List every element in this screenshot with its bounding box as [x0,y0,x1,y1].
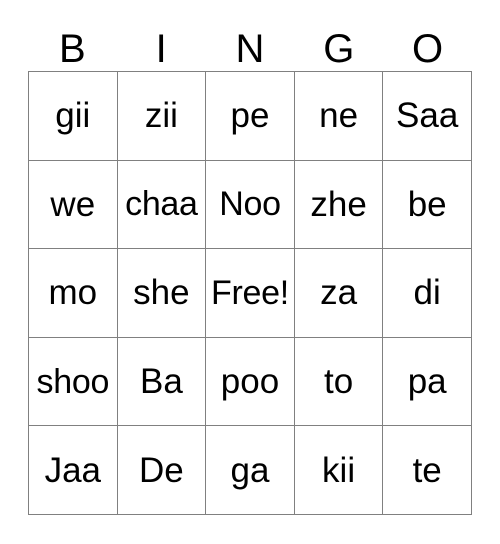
bingo-cell-r2c1[interactable]: she [117,249,207,338]
bingo-cell-label: shoo [36,362,110,401]
bingo-cell-r1c2[interactable]: Noo [206,160,295,250]
bingo-cell-label: Ba [139,362,183,402]
bingo-header-letter-b: B [59,27,86,71]
bingo-cell-label: pe [230,96,270,136]
bingo-cell-label: mo [48,273,98,313]
bingo-cell-r4c4[interactable]: te [383,426,472,515]
bingo-cell-r0c4[interactable]: Saa [383,72,472,161]
bingo-cell-label: Noo [219,185,281,224]
bingo-cell-label: to [323,362,354,402]
bingo-cell-r0c1[interactable]: zii [117,72,207,161]
bingo-cell-r1c0[interactable]: we [29,160,118,250]
bingo-cell-label: pa [407,362,447,402]
bingo-header-row: B I N G O [28,22,472,71]
bingo-header-letter-i: I [155,27,167,71]
bingo-cell-label: chaa [125,185,198,224]
bingo-row: shoo Ba poo to pa [29,337,472,427]
bingo-cell-r1c3[interactable]: zhe [294,160,384,250]
bingo-cell-r4c3[interactable]: kii [294,426,384,515]
bingo-row: mo she Free! za di [29,249,472,338]
bingo-cell-label: za [320,273,358,313]
bingo-cell-label: ne [319,96,359,136]
bingo-cell-free-space[interactable]: Free! [206,249,295,338]
bingo-card: B I N G O gii zii pe ne Saa we chaa Noo … [0,0,500,544]
bingo-free-space-label: Free! [211,273,289,312]
bingo-header-letter-n: N [235,27,265,71]
bingo-cell-label: ga [230,450,270,490]
bingo-header-letter-o: O [412,27,444,71]
bingo-cell-r3c0[interactable]: shoo [29,337,118,427]
bingo-grid: gii zii pe ne Saa we chaa Noo zhe be mo … [28,71,472,515]
bingo-cell-r4c1[interactable]: De [117,426,207,515]
bingo-cell-label: De [139,450,184,490]
bingo-cell-label: she [133,273,190,313]
bingo-header-letter-g: G [323,27,355,71]
bingo-cell-label: zii [144,96,178,136]
bingo-cell-r3c4[interactable]: pa [383,337,472,427]
bingo-cell-label: te [412,450,442,490]
bingo-cell-r3c2[interactable]: poo [206,337,295,427]
bingo-row: we chaa Noo zhe be [29,160,472,250]
bingo-cell-label: Saa [396,96,459,136]
bingo-cell-r0c0[interactable]: gii [29,72,118,161]
bingo-cell-label: poo [220,362,280,402]
bingo-cell-r2c4[interactable]: di [383,249,472,338]
bingo-cell-r0c3[interactable]: ne [294,72,384,161]
bingo-cell-label: zhe [310,184,367,224]
bingo-cell-r1c1[interactable]: chaa [117,160,207,250]
bingo-cell-label: gii [55,96,91,136]
bingo-cell-label: kii [322,450,356,490]
bingo-cell-r4c2[interactable]: ga [206,426,295,515]
bingo-cell-label: di [413,273,441,313]
bingo-cell-label: we [50,184,96,224]
bingo-row: gii zii pe ne Saa [29,72,472,161]
bingo-cell-label: be [407,184,447,224]
bingo-cell-r0c2[interactable]: pe [206,72,295,161]
bingo-cell-r1c4[interactable]: be [383,160,472,250]
bingo-cell-label: Jaa [44,450,102,490]
bingo-row: Jaa De ga kii te [29,426,472,515]
bingo-cell-r3c3[interactable]: to [294,337,384,427]
bingo-cell-r2c0[interactable]: mo [29,249,118,338]
bingo-cell-r3c1[interactable]: Ba [117,337,207,427]
bingo-cell-r4c0[interactable]: Jaa [29,426,118,515]
bingo-cell-r2c3[interactable]: za [294,249,384,338]
